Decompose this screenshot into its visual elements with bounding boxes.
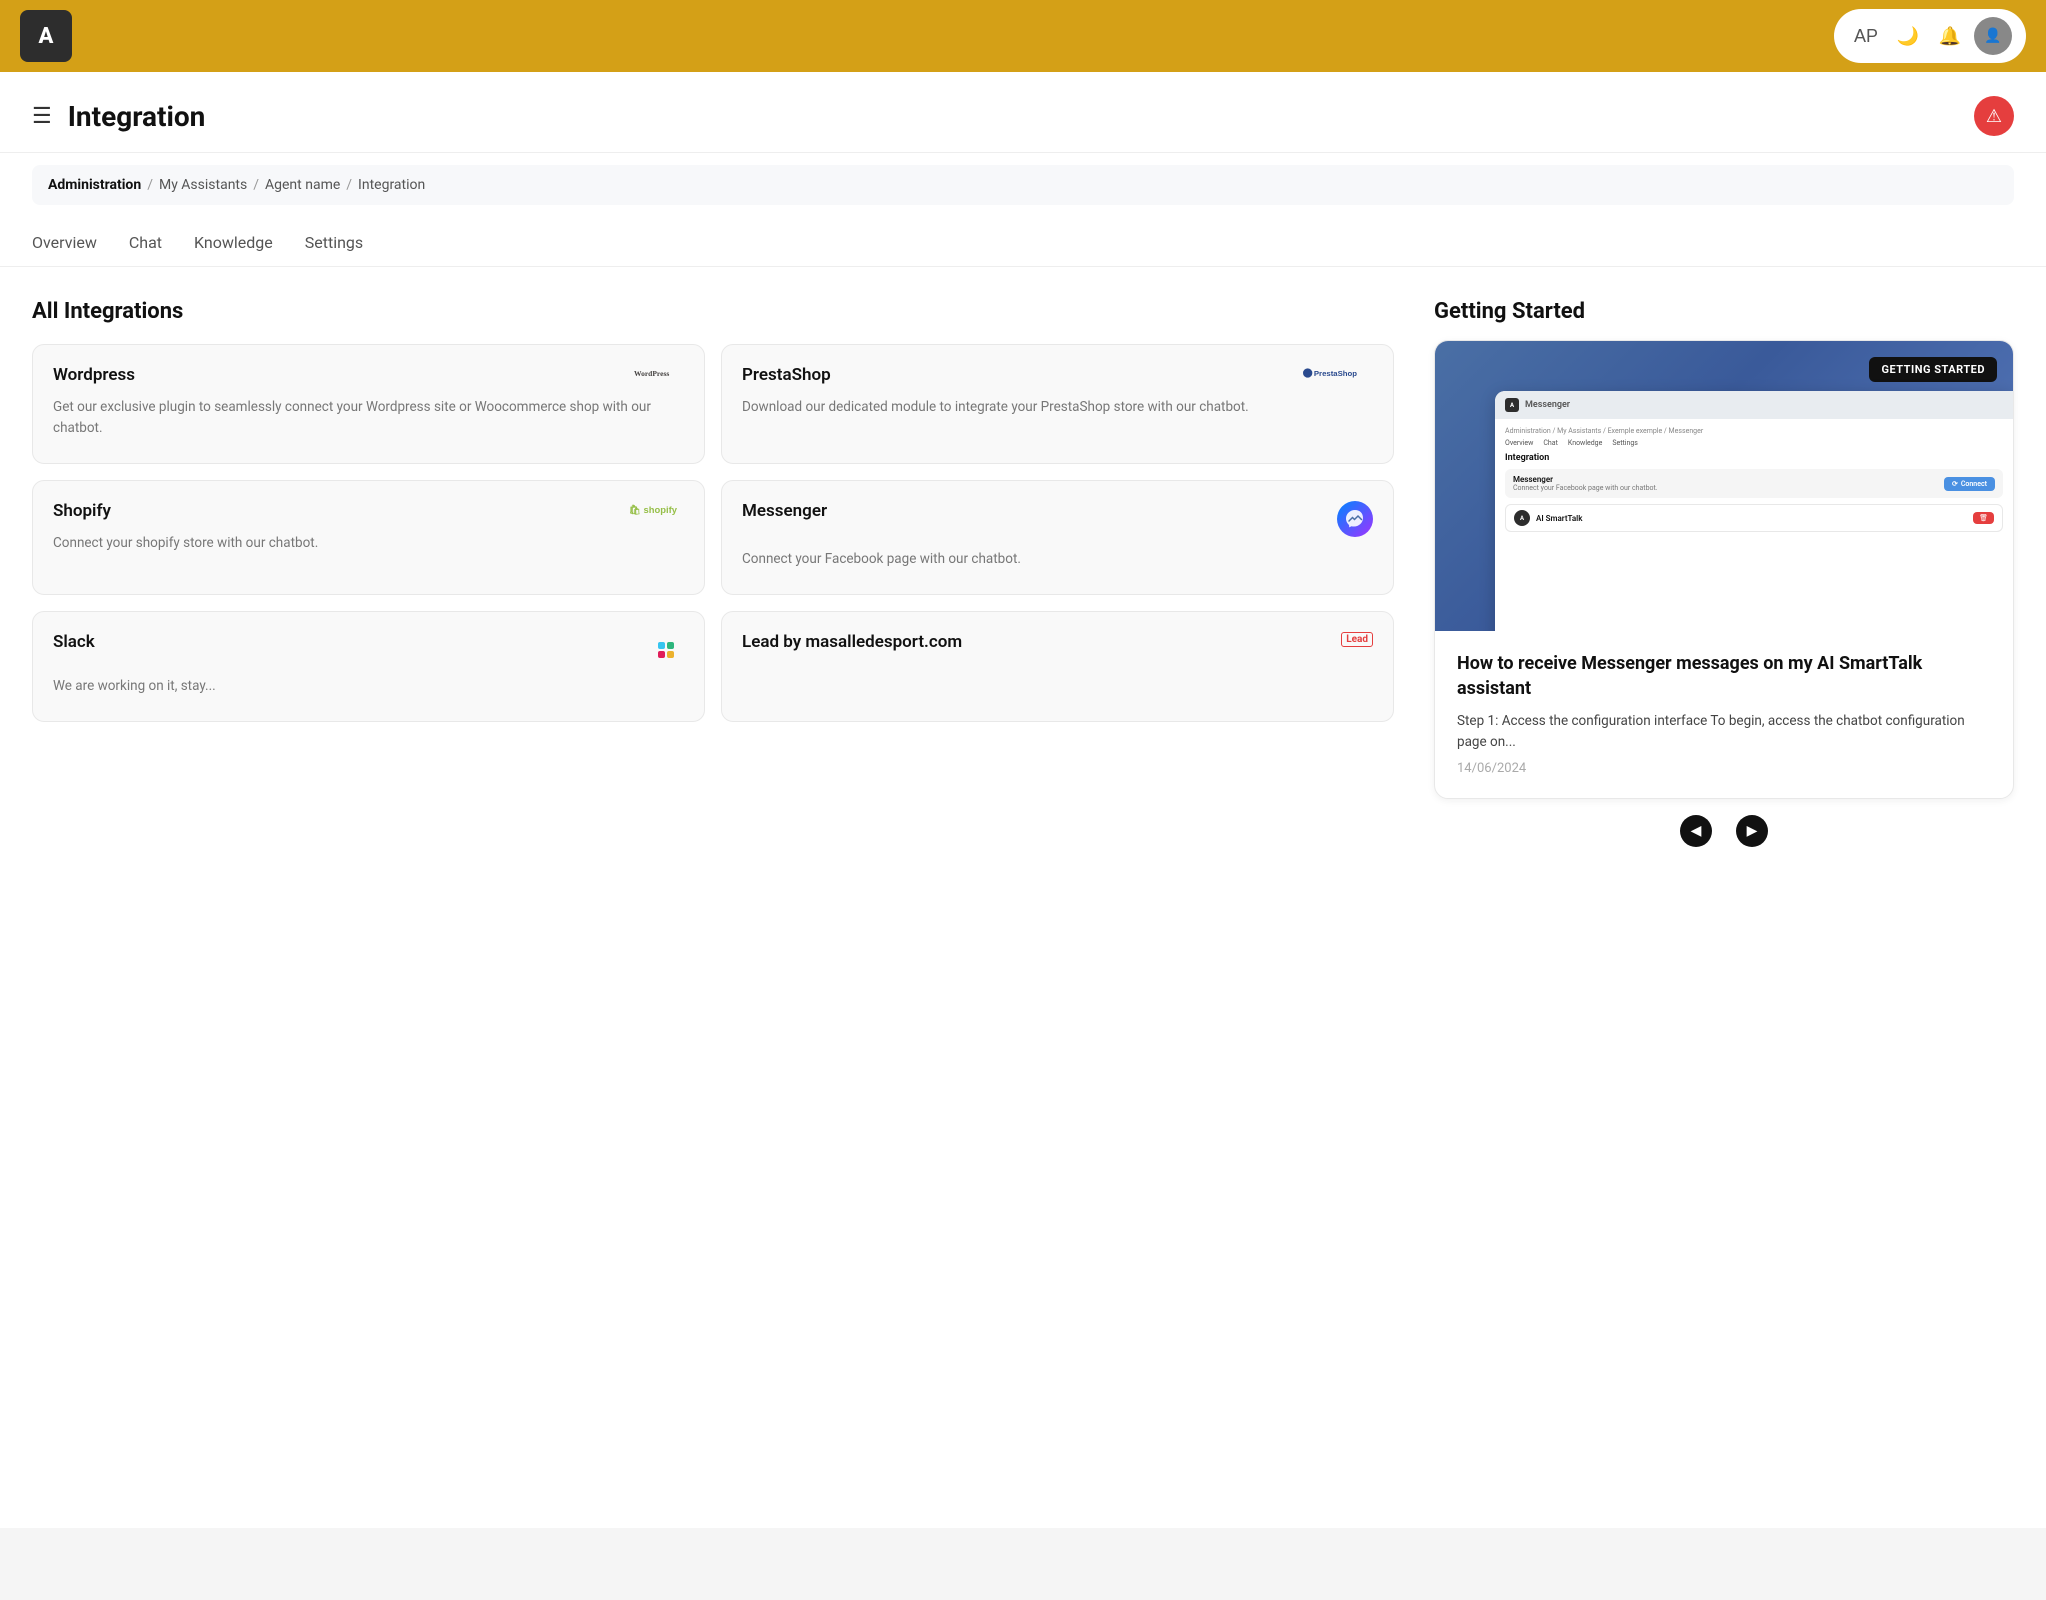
mock-title: Messenger — [1525, 400, 1570, 410]
mock-connect-btn: ⟳ Connect — [1944, 477, 1995, 491]
card-slack[interactable]: Slack We are working on it, stay... — [32, 611, 705, 722]
getting-started-pagination: ◀ ▶ — [1434, 815, 2014, 847]
mock-ui-overlay: A Messenger Administration / My Assistan… — [1495, 391, 2013, 631]
breadcrumb-sep-3: / — [346, 177, 352, 193]
breadcrumb-sep-2: / — [253, 177, 259, 193]
content-area: All Integrations Wordpress WordPress Get… — [0, 267, 2046, 879]
integrations-grid: Wordpress WordPress Get our exclusive pl… — [32, 344, 1394, 722]
card-wordpress-name: Wordpress — [53, 365, 135, 385]
card-lead-name: Lead by masalledesport.com — [742, 632, 962, 652]
tab-chat[interactable]: Chat — [129, 233, 162, 266]
mock-breadcrumb: Administration / My Assistants / Exemple… — [1505, 427, 2003, 435]
tab-settings[interactable]: Settings — [305, 233, 363, 266]
integrations-title: All Integrations — [32, 299, 1394, 324]
article-excerpt: Step 1: Access the configuration interfa… — [1457, 711, 1991, 753]
navbar: A AP 🌙 🔔 👤 — [0, 0, 2046, 72]
svg-text:WordPress: WordPress — [634, 369, 669, 378]
notifications-button[interactable]: 🔔 — [1932, 18, 1968, 54]
svg-text:PrestaShop: PrestaShop — [1314, 369, 1357, 378]
moon-icon: 🌙 — [1897, 26, 1919, 47]
mock-chat-item: A AI SmartTalk 🗑 — [1505, 504, 2003, 532]
card-messenger[interactable]: Messenger Connect your Facebook page wit… — [721, 480, 1394, 595]
breadcrumb-administration[interactable]: Administration — [48, 177, 141, 193]
hamburger-menu[interactable]: ☰ — [32, 104, 52, 129]
getting-started-body: How to receive Messenger messages on my … — [1435, 631, 2013, 798]
card-wordpress[interactable]: Wordpress WordPress Get our exclusive pl… — [32, 344, 705, 464]
getting-started-section: Getting Started GETTING STARTED A Messen… — [1434, 299, 2014, 847]
getting-started-card[interactable]: GETTING STARTED A Messenger Administrati… — [1434, 340, 2014, 799]
card-messenger-name: Messenger — [742, 501, 827, 521]
prestashop-logo: PrestaShop — [1303, 365, 1373, 381]
translate-icon: AP — [1854, 26, 1878, 47]
user-avatar[interactable]: 👤 — [1974, 17, 2012, 55]
breadcrumb-integration: Integration — [358, 177, 425, 193]
getting-started-image: GETTING STARTED A Messenger Administrati… — [1435, 341, 2013, 631]
alert-icon: ⚠ — [1986, 106, 2002, 127]
next-button[interactable]: ▶ — [1736, 815, 1768, 847]
mock-chat-avatar: A — [1514, 510, 1530, 526]
card-shopify-desc: Connect your shopify store with our chat… — [53, 533, 684, 554]
dark-mode-button[interactable]: 🌙 — [1890, 18, 1926, 54]
svg-text:🛍 shopify: 🛍 shopify — [629, 504, 678, 515]
breadcrumb-my-assistants[interactable]: My Assistants — [159, 177, 247, 193]
breadcrumb-sep-1: / — [147, 177, 153, 193]
card-slack-name: Slack — [53, 632, 95, 652]
card-prestashop[interactable]: PrestaShop PrestaShop Download our dedic… — [721, 344, 1394, 464]
wordpress-logo: WordPress — [634, 365, 684, 381]
breadcrumb-agent-name[interactable]: Agent name — [265, 177, 340, 193]
card-shopify-name: Shopify — [53, 501, 111, 521]
getting-started-title: Getting Started — [1434, 299, 2014, 324]
breadcrumb: Administration / My Assistants / Agent n… — [32, 165, 2014, 205]
slack-logo — [656, 632, 684, 664]
mock-delete-btn: 🗑 — [1973, 512, 1994, 524]
page-header-left: ☰ Integration — [32, 100, 205, 133]
shopify-logo: 🛍 shopify — [629, 501, 684, 519]
app-logo[interactable]: A — [20, 10, 72, 62]
integrations-section: All Integrations Wordpress WordPress Get… — [32, 299, 1394, 847]
page-header: ☰ Integration ⚠ — [0, 72, 2046, 153]
alert-button[interactable]: ⚠ — [1974, 96, 2014, 136]
card-prestashop-name: PrestaShop — [742, 365, 831, 385]
card-lead[interactable]: Lead by masalledesport.com Lead — [721, 611, 1394, 722]
article-date: 14/06/2024 — [1457, 761, 1991, 776]
tab-overview[interactable]: Overview — [32, 233, 97, 266]
mock-logo: A — [1505, 398, 1519, 412]
card-messenger-desc: Connect your Facebook page with our chat… — [742, 549, 1373, 570]
mock-nav: Overview Chat Knowledge Settings — [1505, 439, 2003, 447]
lead-logo: Lead — [1341, 632, 1373, 647]
page-title: Integration — [68, 100, 206, 133]
getting-started-badge: GETTING STARTED — [1869, 357, 1997, 382]
tab-knowledge[interactable]: Knowledge — [194, 233, 273, 266]
card-slack-desc: We are working on it, stay... — [53, 676, 684, 697]
main-content: ☰ Integration ⚠ Administration / My Assi… — [0, 72, 2046, 1528]
card-prestashop-desc: Download our dedicated module to integra… — [742, 397, 1373, 418]
tabs-bar: Overview Chat Knowledge Settings — [0, 217, 2046, 267]
mock-messenger-item: Messenger Connect your Facebook page wit… — [1505, 469, 2003, 498]
article-title: How to receive Messenger messages on my … — [1457, 651, 1991, 701]
card-shopify[interactable]: Shopify 🛍 shopify Connect your shopify s… — [32, 480, 705, 595]
mock-section-title: Integration — [1505, 453, 2003, 463]
messenger-logo — [1337, 501, 1373, 537]
card-wordpress-desc: Get our exclusive plugin to seamlessly c… — [53, 397, 684, 439]
navbar-actions: AP 🌙 🔔 👤 — [1834, 9, 2026, 63]
translate-button[interactable]: AP — [1848, 18, 1884, 54]
prev-button[interactable]: ◀ — [1680, 815, 1712, 847]
bell-icon: 🔔 — [1939, 26, 1961, 47]
